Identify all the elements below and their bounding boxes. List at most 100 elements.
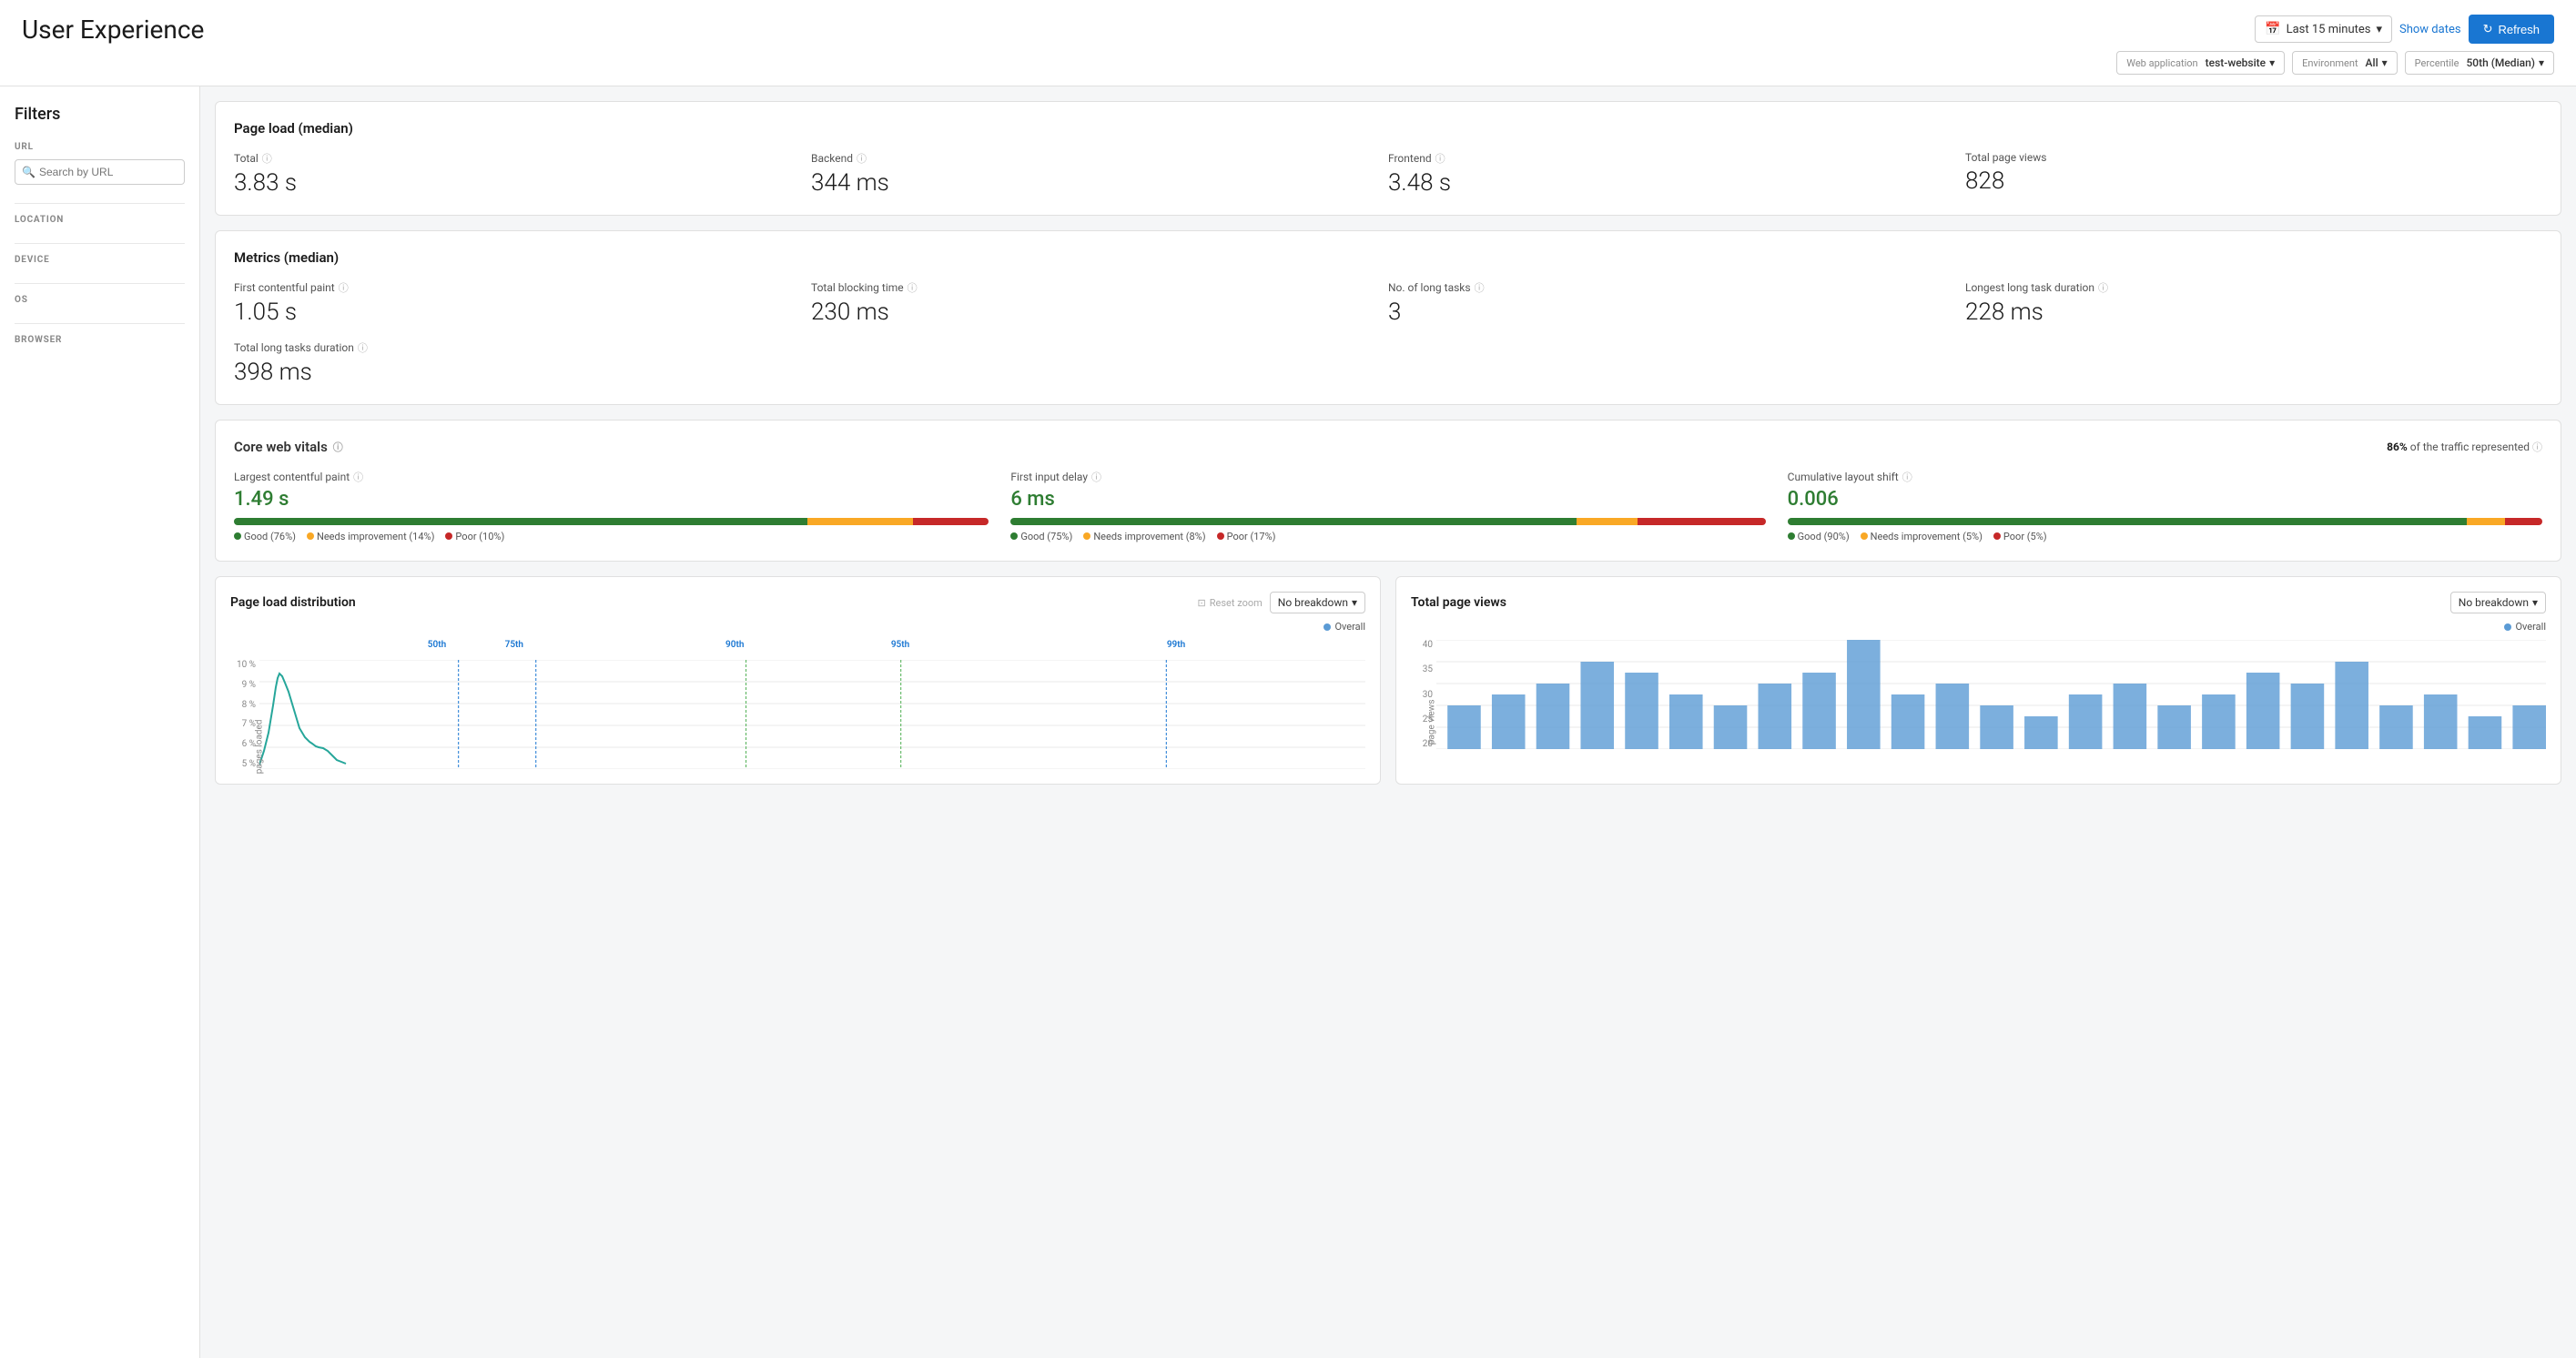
cls-info-icon[interactable]: ⓘ (1902, 470, 1912, 484)
tpv-breakdown-chevron-icon: ▾ (2532, 596, 2538, 609)
y-label-9: 9 % (230, 680, 256, 690)
lcp-poor-bar (913, 518, 989, 525)
lcp-progress-bar (234, 518, 989, 525)
lcp-info-icon[interactable]: ⓘ (353, 470, 363, 484)
metrics-median-card: Metrics (median) First contentful paint … (215, 230, 2561, 405)
page-load-breakdown-label: No breakdown (1278, 596, 1348, 609)
cwv-cls-value: 0.006 (1788, 488, 2542, 511)
traffic-label: of the traffic represented (2410, 441, 2532, 453)
metric-page-views-name: Total page views (1965, 151, 2524, 164)
page-load-dist-svg-container: pages loaded (259, 660, 1365, 769)
lcp-needs-bar (807, 518, 913, 525)
backend-info-icon[interactable]: ⓘ (857, 151, 867, 166)
header-bottom-row: Web application test-website ▾ Environme… (2116, 51, 2554, 75)
p95-label: 95th (891, 640, 909, 650)
page-load-title: Page load (median) (234, 120, 2542, 137)
cls-good-bar (1788, 518, 2467, 525)
metric-frontend-name: Frontend ⓘ (1388, 151, 1947, 166)
fid-poor-legend: Poor (17%) (1217, 531, 1276, 542)
metric-total-name: Total ⓘ (234, 151, 793, 166)
os-filter-section: OS (15, 295, 185, 305)
lcp-legend: Good (76%) Needs improvement (14%) Poor … (234, 531, 989, 542)
tbt-info-icon[interactable]: ⓘ (908, 280, 918, 295)
device-filter-section: DEVICE (15, 255, 185, 265)
longest-task-info-icon[interactable]: ⓘ (2098, 280, 2108, 295)
os-divider (15, 283, 185, 284)
cls-good-legend: Good (90%) (1788, 531, 1850, 542)
page-load-metrics: Total ⓘ 3.83 s Backend ⓘ 344 ms (234, 151, 2542, 197)
cwv-fid-value: 6 ms (1010, 488, 1765, 511)
sidebar: Filters URL 🔍 LOCATION DEVICE OS (0, 86, 200, 1358)
overall-dot (1323, 623, 1331, 631)
total-page-views-breakdown-select[interactable]: No breakdown ▾ (2450, 592, 2546, 613)
fid-progress-bar (1010, 518, 1765, 525)
percentile-value: 50th (Median) (2466, 56, 2535, 69)
page-load-dist-legend: Overall (230, 621, 1365, 633)
metric-page-views: Total page views 828 (1965, 151, 2542, 197)
metrics-second-row: Total long tasks duration ⓘ 398 ms (234, 340, 2542, 386)
long-tasks-info-icon[interactable]: ⓘ (1475, 280, 1485, 295)
p99-label: 99th (1167, 640, 1185, 650)
lcp-poor-legend: Poor (10%) (445, 531, 504, 542)
page-load-dist-header: Page load distribution ⊡ Reset zoom No b… (230, 592, 1365, 613)
app-container: User Experience 📅 Last 15 minutes ▾ Show… (0, 0, 2576, 1358)
metric-longest-task: Longest long task duration ⓘ 228 ms (1965, 280, 2542, 326)
metric-fcp-value: 1.05 s (234, 299, 793, 326)
web-application-filter[interactable]: Web application test-website ▾ (2116, 51, 2285, 75)
fid-good-bar (1010, 518, 1577, 525)
traffic-info-icon[interactable]: ⓘ (2532, 441, 2542, 453)
percentile-spacer (230, 642, 1365, 660)
tpv-overall-legend: Overall (2504, 621, 2546, 633)
reset-zoom-btn[interactable]: ⊡ Reset zoom (1198, 597, 1263, 609)
time-selector[interactable]: 📅 Last 15 minutes ▾ (2255, 15, 2392, 43)
url-search-input[interactable] (15, 159, 185, 185)
cls-poor-bar (2505, 518, 2542, 525)
percentile-chevron-icon: ▾ (2539, 56, 2544, 69)
url-filter-section: URL 🔍 (15, 142, 185, 185)
metrics-median-title: Metrics (median) (234, 249, 2542, 266)
fcp-info-icon[interactable]: ⓘ (339, 280, 349, 295)
cwv-title: Core web vitals ⓘ (234, 439, 343, 455)
y-label-6: 6 % (230, 739, 256, 749)
page-load-dist-svg (259, 660, 1365, 769)
main-layout: Filters URL 🔍 LOCATION DEVICE OS (0, 86, 2576, 1358)
refresh-button[interactable]: ↻ Refresh (2469, 15, 2554, 44)
tpv-y-axis-label: page views (1426, 700, 1436, 745)
percentile-filter[interactable]: Percentile 50th (Median) ▾ (2405, 51, 2554, 75)
fid-info-icon[interactable]: ⓘ (1091, 470, 1101, 484)
device-divider (15, 243, 185, 244)
metric-fcp-name: First contentful paint ⓘ (234, 280, 793, 295)
cls-progress-bar (1788, 518, 2542, 525)
tpv-overall-dot (2504, 623, 2511, 631)
metric-total-long-tasks-value: 398 ms (234, 359, 2524, 386)
total-long-tasks-info-icon[interactable]: ⓘ (358, 340, 368, 355)
fid-poor-bar (1638, 518, 1766, 525)
traffic-percent: 86% (2387, 441, 2408, 453)
web-application-value: test-website (2206, 56, 2266, 69)
metric-backend: Backend ⓘ 344 ms (811, 151, 1388, 197)
cwv-grid: Largest contentful paint ⓘ 1.49 s Good (… (234, 470, 2542, 542)
environment-filter[interactable]: Environment All ▾ (2292, 51, 2398, 75)
fid-needs-bar (1577, 518, 1637, 525)
time-label: Last 15 minutes (2287, 23, 2371, 36)
page-load-dist-title: Page load distribution (230, 595, 356, 610)
header-controls: 📅 Last 15 minutes ▾ Show dates ↻ Refresh… (2116, 15, 2554, 75)
metric-long-tasks-value: 3 (1388, 299, 1947, 326)
page-load-breakdown-select[interactable]: No breakdown ▾ (1270, 592, 1365, 613)
browser-filter-label: BROWSER (15, 335, 185, 345)
metric-total-long-tasks: Total long tasks duration ⓘ 398 ms (234, 340, 2542, 386)
total-info-icon[interactable]: ⓘ (262, 151, 272, 166)
overall-label: Overall (1334, 621, 1365, 633)
cwv-header: Core web vitals ⓘ 86% of the traffic rep… (234, 439, 2542, 455)
cwv-info-icon[interactable]: ⓘ (333, 440, 343, 454)
metric-tbt-name: Total blocking time ⓘ (811, 280, 1370, 295)
frontend-info-icon[interactable]: ⓘ (1435, 151, 1445, 166)
show-dates-link[interactable]: Show dates (2399, 23, 2461, 36)
page-load-overall-legend: Overall (1323, 621, 1365, 633)
location-filter-section: LOCATION (15, 215, 185, 225)
metric-tbt-value: 230 ms (811, 299, 1370, 326)
cwv-fid-name: First input delay ⓘ (1010, 470, 1765, 484)
lcp-good-bar (234, 518, 807, 525)
web-app-chevron-icon: ▾ (2269, 56, 2275, 69)
total-page-views-chart-area: 40 35 30 25 20 (1411, 640, 2546, 749)
